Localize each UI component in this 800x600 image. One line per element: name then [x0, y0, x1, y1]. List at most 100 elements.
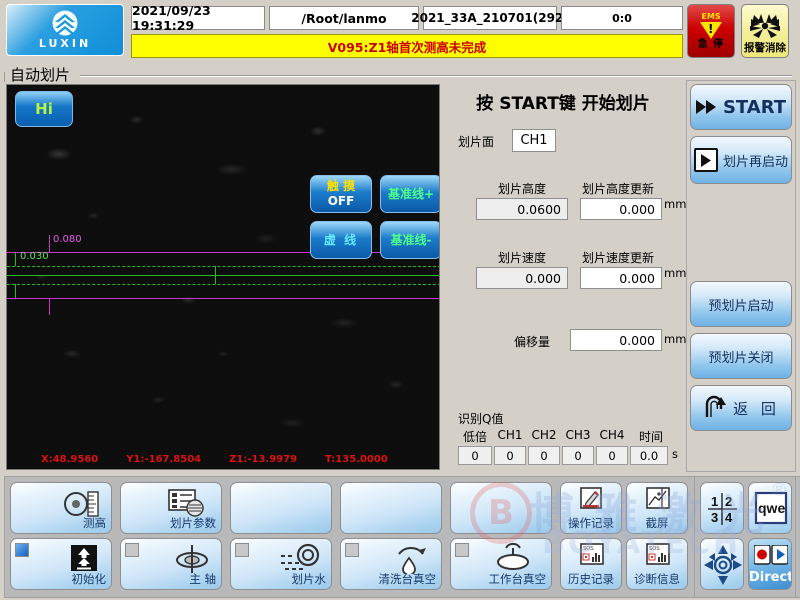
- cut-restart-button[interactable]: 划片再启动: [690, 136, 792, 184]
- hi-magnification-button[interactable]: Hi: [15, 91, 73, 127]
- cut-restart-label: 划片再启动: [722, 154, 788, 170]
- dpad-nav-button[interactable]: [700, 538, 744, 590]
- start-button[interactable]: START: [690, 84, 792, 130]
- q-time-unit: s: [672, 447, 678, 461]
- chart-log-icon: SOS: [645, 542, 671, 572]
- toolbar-diagnostic-info[interactable]: SOS 诊断信息: [626, 538, 688, 590]
- alarm-burst-icon: [748, 13, 782, 43]
- return-button-label: 返 回: [733, 399, 780, 418]
- toolbar-cut-params-label: 划片参数: [170, 516, 216, 530]
- reference-line-green-dashed-top: [7, 266, 439, 267]
- coord-z1: Z1:-13.9979: [229, 453, 298, 465]
- section-divider: [80, 75, 792, 77]
- svg-text:2: 2: [725, 494, 732, 509]
- luxin-logo-text: LUXIN: [38, 37, 92, 50]
- green-center-tick: [215, 266, 216, 284]
- magenta-measure-tick-bottom: [49, 298, 50, 315]
- parameter-panel: 按 START键 开始划片 划片面 CH1 划片高度 0.0600 划片高度更新…: [444, 84, 696, 470]
- touch-toggle-button[interactable]: 触 摸 OFF: [310, 175, 372, 213]
- action-sidebar: START 划片再启动 预划片启动 预划片关闭 返 回: [686, 80, 796, 472]
- q-value-ch3: 0: [562, 446, 594, 465]
- reference-line-minus-button[interactable]: 基准线-: [380, 221, 439, 259]
- q-value-low: 0: [458, 446, 492, 465]
- camera-noise-overlay: [7, 85, 439, 469]
- alarm-clear-label: 报警消除: [744, 42, 786, 55]
- pencil-note-icon: [579, 486, 605, 516]
- green-measure-tick-top: [15, 252, 16, 266]
- svg-text:SOS: SOS: [583, 546, 594, 552]
- luxin-logo: LUXIN: [6, 4, 124, 56]
- toolbar-work-table-vacuum[interactable]: 工作台真空: [450, 538, 552, 590]
- toolbar-diagnostic-info-label: 诊断信息: [634, 572, 680, 586]
- section-header: 自动划片: [0, 64, 800, 86]
- record-play-icon: [753, 544, 789, 569]
- q-value-ch4: 0: [596, 446, 628, 465]
- toolbar-screenshot[interactable]: 截屏: [626, 482, 688, 534]
- initialize-indicator: [15, 543, 29, 557]
- q-header-ch2: CH2: [531, 428, 557, 442]
- alarm-message-bar: V095:Z1轴首次测高未完成: [131, 34, 683, 58]
- measure-label-upper: 0.080: [53, 234, 82, 245]
- numeric-keypad-button[interactable]: 1 2 3 4: [700, 482, 744, 534]
- toolbar-operation-log[interactable]: 操作记录: [560, 482, 622, 534]
- toolbar-clean-table-vacuum-label: 清洗台真空: [378, 572, 437, 586]
- luxin-logo-mark: [45, 10, 85, 38]
- cutting-water-indicator: [235, 543, 249, 557]
- q-value-ch2: 0: [528, 446, 560, 465]
- coord-y1: Y1:-167.8504: [126, 453, 202, 465]
- toolbar-height-measure[interactable]: 测高: [10, 482, 112, 534]
- svg-text:4: 4: [725, 510, 733, 525]
- alarm-clear-button[interactable]: 报警消除: [741, 4, 789, 58]
- toolbar-blank-3[interactable]: [450, 482, 552, 534]
- q-header-low: 低倍: [462, 430, 487, 444]
- datetime-field: 2021/09/23 19:31:29: [131, 3, 265, 33]
- q-value-title: 识别Q值: [458, 412, 504, 426]
- toolbar-height-measure-label: 测高: [83, 516, 106, 530]
- count-field: 0:0: [561, 6, 683, 30]
- toolbar-cut-params[interactable]: 划片参数: [120, 482, 222, 534]
- chart-log-icon: SOS: [579, 542, 605, 572]
- camera-view-panel[interactable]: 0.080 0.030 Hi 触 摸 OFF 基准线+ 虚 线 基准线- X:4…: [6, 84, 440, 470]
- toolbar-history-log[interactable]: SOS 历史记录: [560, 538, 622, 590]
- qwerty-keyboard-button[interactable]: qwe: [748, 482, 792, 534]
- q-value-ch1: 0: [494, 446, 526, 465]
- pre-cut-close-button[interactable]: 预划片关闭: [690, 333, 792, 379]
- screenshot-icon: [645, 486, 671, 516]
- double-arrow-icon: [695, 99, 718, 115]
- touch-label-line1: 触 摸: [326, 179, 356, 193]
- cut-face-value[interactable]: CH1: [512, 129, 556, 152]
- green-measure-tick-bottom: [15, 284, 16, 298]
- svg-text:1: 1: [711, 494, 718, 509]
- work-table-vacuum-indicator: [455, 543, 469, 557]
- dashed-line-button[interactable]: 虚 线: [310, 221, 372, 259]
- toolbar-blank-2[interactable]: [340, 482, 442, 534]
- toolbar-work-table-vacuum-label: 工作台真空: [488, 572, 547, 586]
- offset-unit: mm: [664, 332, 687, 346]
- ems-label: EMS: [701, 11, 721, 21]
- coord-t: T:135.0000: [325, 453, 388, 465]
- header-bar: LUXIN 2021/09/23 19:31:29 /Root/lanmo 20…: [0, 0, 800, 64]
- warning-triangle-icon: [700, 21, 722, 39]
- cut-speed-update-label: 划片速度更新: [582, 251, 655, 265]
- keyboard-icon: qwe: [754, 490, 788, 530]
- offset-input[interactable]: 0.000: [570, 329, 662, 351]
- q-header-time: 时间: [638, 430, 663, 444]
- cut-height-update-input[interactable]: 0.000: [580, 198, 662, 220]
- cut-speed-value: 0.000: [476, 267, 568, 289]
- toolbar-initialize-label: 初始化: [71, 572, 107, 586]
- toolbar-initialize[interactable]: 初始化: [10, 538, 112, 590]
- toolbar-clean-table-vacuum[interactable]: 清洗台真空: [340, 538, 442, 590]
- reference-line-plus-button[interactable]: 基准线+: [380, 175, 439, 213]
- toolbar-blank-1[interactable]: [230, 482, 332, 534]
- toolbar-cutting-water-label: 划片水: [291, 572, 327, 586]
- magenta-measure-tick-top: [49, 235, 50, 252]
- toolbar-cutting-water[interactable]: 划片水: [230, 538, 332, 590]
- direct-mode-button[interactable]: Direct: [748, 538, 792, 590]
- clean-table-vacuum-indicator: [345, 543, 359, 557]
- toolbar-spindle[interactable]: 主 轴: [120, 538, 222, 590]
- return-button[interactable]: 返 回: [690, 385, 792, 431]
- pre-cut-start-button[interactable]: 预划片启动: [690, 281, 792, 327]
- ems-cn-label: 急 停: [697, 38, 725, 50]
- emergency-stop-button[interactable]: EMS 急 停: [687, 4, 735, 58]
- cut-speed-update-input[interactable]: 0.000: [580, 267, 662, 289]
